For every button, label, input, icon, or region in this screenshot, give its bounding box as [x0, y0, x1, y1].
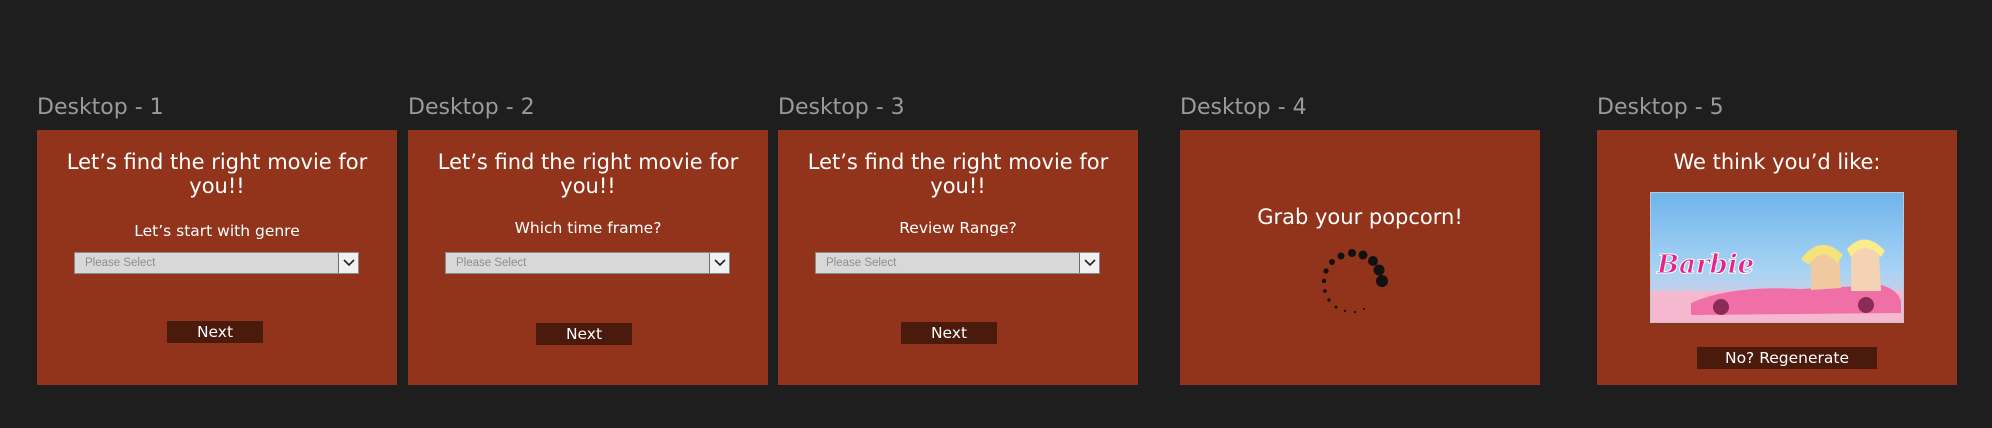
- frame-desktop-3: Let’s find the right movie for you!! Rev…: [778, 130, 1138, 385]
- genre-select[interactable]: Please Select: [74, 252, 359, 274]
- next-button[interactable]: Next: [901, 322, 997, 344]
- frame-label-desktop-2: Desktop - 2: [408, 95, 535, 120]
- question-label: Review Range?: [899, 219, 1017, 237]
- frame-desktop-2: Let’s find the right movie for you!! Whi…: [408, 130, 768, 385]
- frame-desktop-4: Grab your popcorn!: [1180, 130, 1540, 385]
- headline: Let’s find the right movie for you!!: [807, 150, 1109, 198]
- frame-label-desktop-5: Desktop - 5: [1597, 95, 1724, 120]
- question-label: Let’s start with genre: [134, 222, 300, 240]
- next-button[interactable]: Next: [536, 323, 632, 345]
- frame-desktop-1: Let’s find the right movie for you!! Let…: [37, 130, 397, 385]
- recommendation-heading: We think you’d like:: [1673, 150, 1881, 174]
- loading-message: Grab your popcorn!: [1257, 205, 1463, 229]
- review-range-select[interactable]: Please Select: [815, 252, 1100, 274]
- poster-title: Barbie: [1656, 250, 1754, 280]
- select-placeholder: Please Select: [456, 257, 527, 269]
- time-frame-select[interactable]: Please Select: [445, 252, 730, 274]
- chevron-down-icon[interactable]: [338, 253, 358, 273]
- movie-poster: Barbie: [1650, 192, 1904, 323]
- frame-desktop-5: We think you’d like: Barbie No? Regenera…: [1597, 130, 1957, 385]
- regenerate-button[interactable]: No? Regenerate: [1697, 347, 1877, 369]
- loading-spinner-icon: [1321, 249, 1388, 314]
- chevron-down-icon[interactable]: [709, 253, 729, 273]
- question-label: Which time frame?: [514, 219, 662, 237]
- headline: Let’s find the right movie for you!!: [437, 150, 739, 198]
- headline: Let’s find the right movie for you!!: [66, 150, 368, 198]
- next-button[interactable]: Next: [167, 321, 263, 343]
- frame-label-desktop-1: Desktop - 1: [37, 95, 164, 120]
- frame-label-desktop-4: Desktop - 4: [1180, 95, 1307, 120]
- frame-label-desktop-3: Desktop - 3: [778, 95, 905, 120]
- select-placeholder: Please Select: [85, 257, 156, 269]
- chevron-down-icon[interactable]: [1079, 253, 1099, 273]
- select-placeholder: Please Select: [826, 257, 897, 269]
